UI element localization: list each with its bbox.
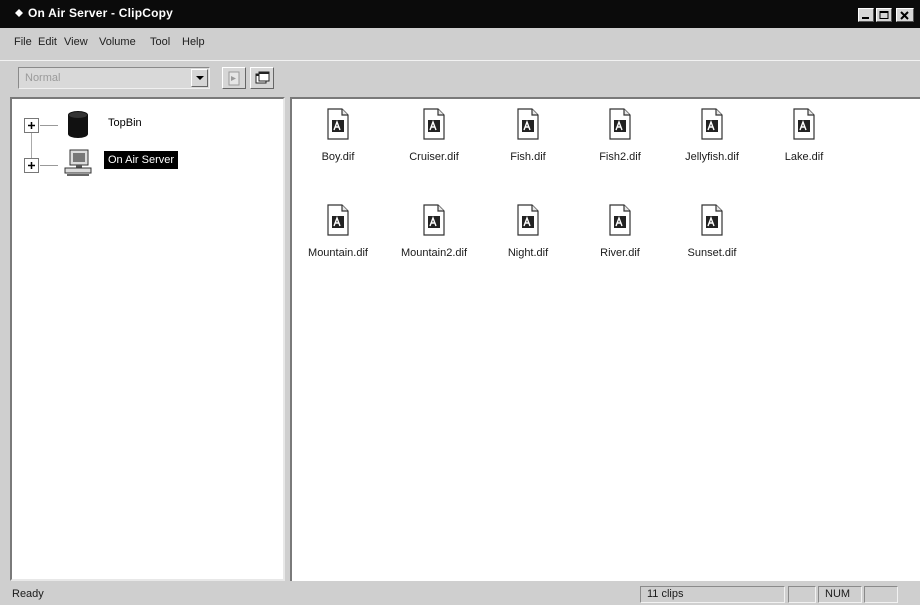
plus-icon [28, 122, 35, 129]
clip-file-icon [423, 204, 445, 236]
clip-file-item[interactable]: Night.dif [482, 203, 574, 273]
clip-file-name: Fish2.dif [599, 151, 641, 163]
toolbar-button-arrow-doc[interactable] [222, 67, 246, 89]
menu-tool[interactable]: Tool [150, 36, 170, 48]
combo-dropdown-button[interactable] [191, 69, 208, 87]
clip-file-name: Fish.dif [510, 151, 546, 163]
clip-file-icon [793, 108, 815, 140]
disk-cylinder-icon [68, 111, 88, 138]
clip-file-item[interactable]: Mountain.dif [292, 203, 384, 273]
clip-file-icon [701, 204, 723, 236]
clip-file-icon [327, 204, 349, 236]
clip-file-icon [423, 108, 445, 140]
application-window: On Air Server - ClipCopy File Edit View … [0, 0, 920, 605]
tree-node-topbin[interactable]: TopBin [12, 105, 272, 145]
clip-file-name: Night.dif [507, 247, 549, 259]
status-panel-empty [788, 586, 816, 603]
window-title: On Air Server - ClipCopy [28, 6, 174, 20]
tree-node-on-air-server[interactable]: On Air Server [12, 145, 272, 185]
clip-file-item[interactable]: Fish.dif [482, 107, 574, 177]
mode-value: Normal [25, 72, 61, 84]
close-icon [900, 11, 909, 20]
tree-node-label: TopBin [108, 117, 142, 129]
server-computer-icon [64, 149, 92, 176]
maximize-icon [879, 11, 889, 19]
clip-file-name: Lake.dif [784, 151, 824, 163]
clip-file-icon [517, 108, 539, 140]
clip-file-name: Sunset.dif [687, 247, 737, 259]
status-panel-scroll [864, 586, 898, 603]
minimize-icon [862, 17, 869, 19]
expand-toggle-topbin[interactable] [24, 118, 39, 133]
status-text: Ready [12, 588, 44, 600]
tree-node-label: On Air Server [104, 151, 179, 169]
clip-file-item[interactable]: River.dif [574, 203, 666, 273]
clip-file-item[interactable]: Lake.dif [758, 107, 850, 177]
close-button[interactable] [896, 8, 914, 22]
clip-file-item[interactable]: Sunset.dif [666, 203, 758, 273]
clip-file-icon [609, 108, 631, 140]
clip-file-item[interactable]: Cruiser.dif [388, 107, 480, 177]
tree-branch-line [40, 165, 58, 166]
clip-file-item[interactable]: Boy.dif [292, 107, 384, 177]
clip-file-icon [609, 204, 631, 236]
plus-icon [28, 162, 35, 169]
title-bar[interactable]: On Air Server - ClipCopy [0, 0, 920, 28]
minimize-button[interactable] [858, 8, 874, 22]
clip-file-icon [327, 108, 349, 140]
expand-toggle-on-air-server[interactable] [24, 158, 39, 173]
menu-bar: File Edit View Volume Tool Help [0, 36, 920, 54]
status-clip-count: 11 clips [640, 586, 785, 603]
chevron-down-icon [196, 76, 204, 80]
menu-help[interactable]: Help [182, 36, 205, 48]
clip-file-name: Jellyfish.dif [685, 151, 739, 163]
maximize-button[interactable] [876, 8, 892, 22]
arrow-doc-icon [228, 71, 240, 86]
system-menu-icon[interactable] [14, 8, 24, 18]
clip-file-item[interactable]: Mountain2.dif [388, 203, 480, 273]
menu-edit[interactable]: Edit [38, 36, 57, 48]
clip-file-name: Mountain.dif [308, 247, 368, 259]
clip-file-item[interactable]: Jellyfish.dif [666, 107, 758, 177]
clip-file-name: Mountain2.dif [400, 247, 468, 259]
mode-combobox[interactable]: Normal [18, 67, 210, 89]
clip-file-icon [517, 204, 539, 236]
tree-view[interactable]: TopBin On Air Server [10, 97, 285, 581]
clip-list-view[interactable]: Boy.dif Cruiser.dif Fish.dif Fish2.dif Jelly… [290, 97, 920, 581]
clip-file-name: Cruiser.dif [409, 151, 459, 163]
clip-file-icon [701, 108, 723, 140]
toolbar-button-copy-window[interactable] [250, 67, 274, 89]
tree-branch-line [40, 125, 58, 126]
status-num-lock: NUM [818, 586, 862, 603]
menu-view[interactable]: View [64, 36, 88, 48]
clip-file-item[interactable]: Fish2.dif [574, 107, 666, 177]
status-bar: Ready 11 clips NUM [0, 583, 920, 605]
toolbar: Normal [0, 60, 920, 94]
copy-window-icon [255, 71, 270, 84]
clip-file-name: River.dif [600, 247, 640, 259]
menu-file[interactable]: File [14, 36, 32, 48]
clip-file-name: Boy.dif [321, 151, 355, 163]
menu-volume[interactable]: Volume [99, 36, 136, 48]
